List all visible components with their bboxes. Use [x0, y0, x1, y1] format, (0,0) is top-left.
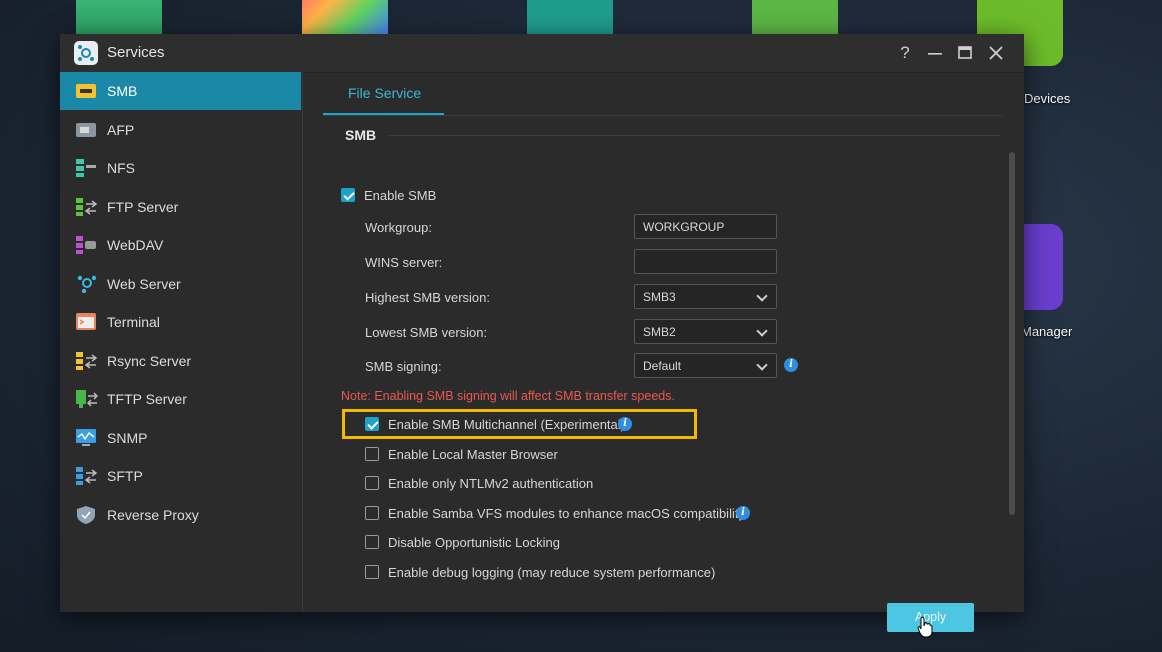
smb-signing-select[interactable]: Default	[634, 353, 777, 378]
sidebar-item-afp[interactable]: AFP	[60, 111, 301, 149]
highest-smb-version-value: SMB3	[643, 290, 676, 304]
terminal-icon	[76, 313, 96, 330]
chevron-down-icon	[756, 290, 768, 302]
sidebar-item-label: FTP Server	[107, 199, 179, 215]
sidebar-item-tftp-server[interactable]: TFTP Server	[60, 380, 301, 418]
sidebar-item-webdav[interactable]: WebDAV	[60, 226, 301, 264]
samba-vfs-checkbox[interactable]	[365, 506, 379, 520]
sidebar-item-label: SNMP	[107, 430, 148, 446]
enable-multichannel-label: Enable SMB Multichannel (Experimental)	[388, 417, 625, 432]
section-divider	[388, 135, 1000, 136]
title-bar[interactable]: Services ?	[60, 34, 1024, 73]
wins-server-field[interactable]	[634, 249, 777, 274]
shield-icon	[77, 506, 95, 524]
vertical-scrollbar[interactable]	[1009, 152, 1015, 515]
help-icon[interactable]: ?	[895, 43, 915, 63]
webdav-icon	[76, 236, 96, 254]
snmp-icon	[76, 429, 96, 446]
wins-server-label: WINS server:	[365, 255, 443, 270]
sidebar-item-ftp-server[interactable]: FTP Server	[60, 188, 301, 226]
smb-signing-value: Default	[643, 359, 682, 373]
main-panel: File Service SMB Enable SMB Workgroup: W…	[303, 72, 1024, 638]
close-icon[interactable]	[986, 43, 1006, 63]
opportunistic-locking-label: Disable Opportunistic Locking	[388, 535, 560, 550]
lowest-smb-version-select[interactable]: SMB2	[634, 319, 777, 344]
debug-logging-checkbox[interactable]	[365, 565, 379, 579]
sidebar-item-web-server[interactable]: Web Server	[60, 265, 301, 303]
desktop-label-devices[interactable]: Devices	[1024, 91, 1070, 106]
sidebar-item-label: Reverse Proxy	[107, 507, 199, 523]
ntlmv2-label: Enable only NTLMv2 authentication	[388, 476, 594, 491]
sidebar-item-label: Rsync Server	[107, 353, 192, 369]
smb-signing-label: SMB signing:	[365, 359, 442, 374]
sidebar-item-sftp[interactable]: SFTP	[60, 457, 301, 495]
workgroup-label: Workgroup:	[365, 220, 432, 235]
tab-label: File Service	[348, 85, 422, 101]
chevron-down-icon	[756, 359, 768, 371]
sidebar-item-rsync-server[interactable]: Rsync Server	[60, 342, 301, 380]
smb-signing-note: Note: Enabling SMB signing will affect S…	[341, 389, 675, 403]
smb-icon	[76, 84, 96, 98]
sftp-icon	[76, 467, 98, 485]
sidebar-item-label: AFP	[107, 122, 135, 138]
sidebar: SMB AFP NFS FTP Server WebDAV Web Server…	[60, 72, 303, 612]
lowest-smb-version-label: Lowest SMB version:	[365, 325, 488, 340]
nfs-icon	[76, 159, 96, 177]
sidebar-item-label: Terminal	[107, 314, 160, 330]
sidebar-item-label: SFTP	[107, 468, 143, 484]
sidebar-item-terminal[interactable]: Terminal	[60, 303, 301, 341]
local-master-browser-checkbox[interactable]	[365, 447, 379, 461]
section-title-smb: SMB	[345, 127, 377, 143]
window-title: Services	[107, 44, 165, 61]
sidebar-item-snmp[interactable]: SNMP	[60, 419, 301, 457]
sidebar-item-label: SMB	[107, 83, 138, 99]
samba-vfs-label: Enable Samba VFS modules to enhance macO…	[388, 506, 748, 521]
multichannel-info-icon[interactable]: i	[618, 417, 632, 431]
highest-smb-version-label: Highest SMB version:	[365, 290, 490, 305]
tftp-icon	[76, 390, 98, 408]
local-master-browser-label: Enable Local Master Browser	[388, 447, 558, 462]
ftp-icon	[76, 198, 98, 216]
sidebar-item-label: NFS	[107, 160, 135, 176]
afp-icon	[76, 123, 96, 137]
tab-file-service[interactable]: File Service	[323, 72, 444, 116]
debug-logging-label: Enable debug logging (may reduce system …	[388, 565, 716, 580]
sidebar-item-reverse-proxy[interactable]: Reverse Proxy	[60, 496, 301, 534]
rsync-icon	[76, 352, 98, 370]
opportunistic-locking-checkbox[interactable]	[365, 535, 379, 549]
smb-signing-info-icon[interactable]: i	[784, 358, 798, 372]
enable-smb-checkbox[interactable]	[341, 188, 355, 202]
services-window: Services ? SMB AFP NFS FTP Server WebDAV…	[60, 34, 1024, 638]
samba-vfs-info-icon[interactable]: i	[736, 506, 750, 520]
sidebar-item-label: TFTP Server	[107, 391, 187, 407]
sidebar-item-nfs[interactable]: NFS	[60, 149, 301, 187]
workgroup-field[interactable]: WORKGROUP	[634, 214, 777, 239]
services-app-icon	[74, 41, 98, 65]
sidebar-item-smb[interactable]: SMB	[60, 72, 301, 110]
minimize-icon[interactable]	[925, 43, 945, 63]
tab-divider	[323, 115, 1003, 116]
enable-multichannel-checkbox[interactable]	[365, 417, 379, 431]
sidebar-item-label: Web Server	[107, 276, 181, 292]
mouse-cursor-icon	[917, 616, 933, 638]
chevron-down-icon	[756, 325, 768, 337]
web-server-icon	[77, 275, 97, 293]
sidebar-item-label: WebDAV	[107, 237, 164, 253]
enable-smb-label: Enable SMB	[364, 188, 437, 203]
maximize-icon[interactable]	[955, 43, 975, 63]
highest-smb-version-select[interactable]: SMB3	[634, 284, 777, 309]
lowest-smb-version-value: SMB2	[643, 325, 676, 339]
desktop-label-manager[interactable]: Manager	[1021, 324, 1072, 339]
ntlmv2-checkbox[interactable]	[365, 476, 379, 490]
